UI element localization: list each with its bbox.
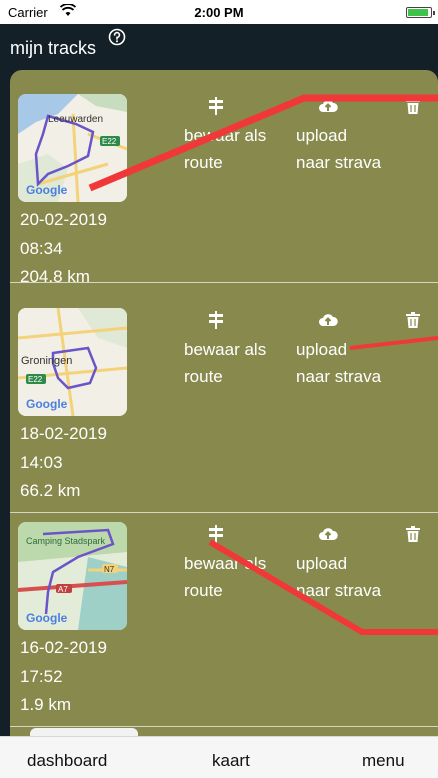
save-route-label-1: bewaar als (184, 554, 267, 573)
track-date: 20-02-2019 (20, 210, 107, 229)
track-list[interactable]: E22 Leeuwarden Google 20-02-2019 08:34 2… (10, 70, 438, 736)
battery-icon (406, 7, 435, 18)
trash-icon[interactable] (406, 312, 420, 328)
track-item[interactable]: A7 N7 Camping Stadspark Google 16-02-201… (10, 514, 438, 727)
upload-strava-button[interactable]: upload naar strava (296, 524, 381, 604)
app-header: mijn tracks (0, 24, 438, 68)
map-brand-label: Google (26, 397, 68, 411)
upload-label-2: naar strava (296, 153, 382, 172)
left-edge (0, 68, 10, 736)
track-map-thumbnail[interactable]: E22 Leeuwarden Google (18, 94, 127, 202)
track-item[interactable]: E22 Leeuwarden Google 20-02-2019 08:34 2… (10, 70, 438, 286)
save-as-route-button[interactable]: bewaar als route (184, 96, 266, 176)
save-route-label-2: route (184, 367, 223, 386)
upload-strava-button[interactable]: upload naar strava (296, 310, 381, 390)
upload-strava-button[interactable]: upload naar strava (296, 96, 381, 176)
map-road-badge: E22 (28, 375, 43, 384)
map-brand-label: Google (26, 183, 68, 197)
map-city-label: Camping Stadspark (26, 536, 106, 546)
tab-dashboard[interactable]: dashboard (27, 751, 107, 771)
tab-menu[interactable]: menu (362, 751, 405, 771)
signpost-icon (209, 97, 223, 115)
cloud-upload-icon (319, 100, 338, 112)
track-time: 17:52 (20, 667, 63, 686)
upload-label-2: naar strava (296, 367, 382, 386)
track-time: 14:03 (20, 453, 63, 472)
track-map-thumbnail[interactable]: A7 N7 Camping Stadspark Google (18, 522, 127, 630)
track-distance: 1.9 km (20, 695, 72, 714)
tab-bar: dashboard kaart menu (0, 736, 438, 778)
save-route-label-2: route (184, 153, 223, 172)
cloud-upload-icon (319, 314, 338, 326)
track-date: 16-02-2019 (20, 638, 107, 657)
map-city-label: Groningen (21, 355, 72, 367)
track-time: 08:34 (20, 239, 63, 258)
track-distance: 66.2 km (20, 481, 81, 500)
next-track-thumbnail (30, 728, 138, 736)
signpost-icon (209, 311, 223, 329)
signpost-icon (209, 525, 223, 543)
track-date: 18-02-2019 (20, 424, 107, 443)
map-brand-label: Google (26, 611, 68, 625)
track-map-thumbnail[interactable]: E22 Groningen Google (18, 308, 127, 416)
status-bar: Carrier 2:00 PM (0, 0, 438, 24)
upload-label-1: upload (296, 554, 348, 573)
trash-icon[interactable] (406, 526, 420, 542)
tab-kaart[interactable]: kaart (212, 751, 250, 771)
save-route-label-2: route (184, 581, 223, 600)
save-as-route-button[interactable]: bewaar als route (184, 524, 266, 604)
track-distance: 204.8 km (20, 267, 90, 286)
map-road-badge: N7 (104, 565, 115, 574)
save-route-label-1: bewaar als (184, 340, 267, 359)
cloud-upload-icon (319, 528, 338, 540)
clock: 2:00 PM (194, 5, 244, 20)
map-road-badge: E22 (102, 137, 117, 146)
upload-label-1: upload (296, 126, 348, 145)
map-road-badge: A7 (58, 585, 68, 594)
save-route-label-1: bewaar als (184, 126, 267, 145)
page-title: mijn tracks (10, 38, 97, 58)
map-city-label: Leeuwarden (48, 114, 103, 125)
upload-label-1: upload (296, 340, 348, 359)
upload-label-2: naar strava (296, 581, 382, 600)
trash-icon[interactable] (406, 98, 420, 114)
save-as-route-button[interactable]: bewaar als route (184, 310, 266, 390)
track-item[interactable]: E22 Groningen Google 18-02-2019 14:03 66… (10, 300, 438, 513)
help-icon[interactable] (108, 28, 126, 46)
